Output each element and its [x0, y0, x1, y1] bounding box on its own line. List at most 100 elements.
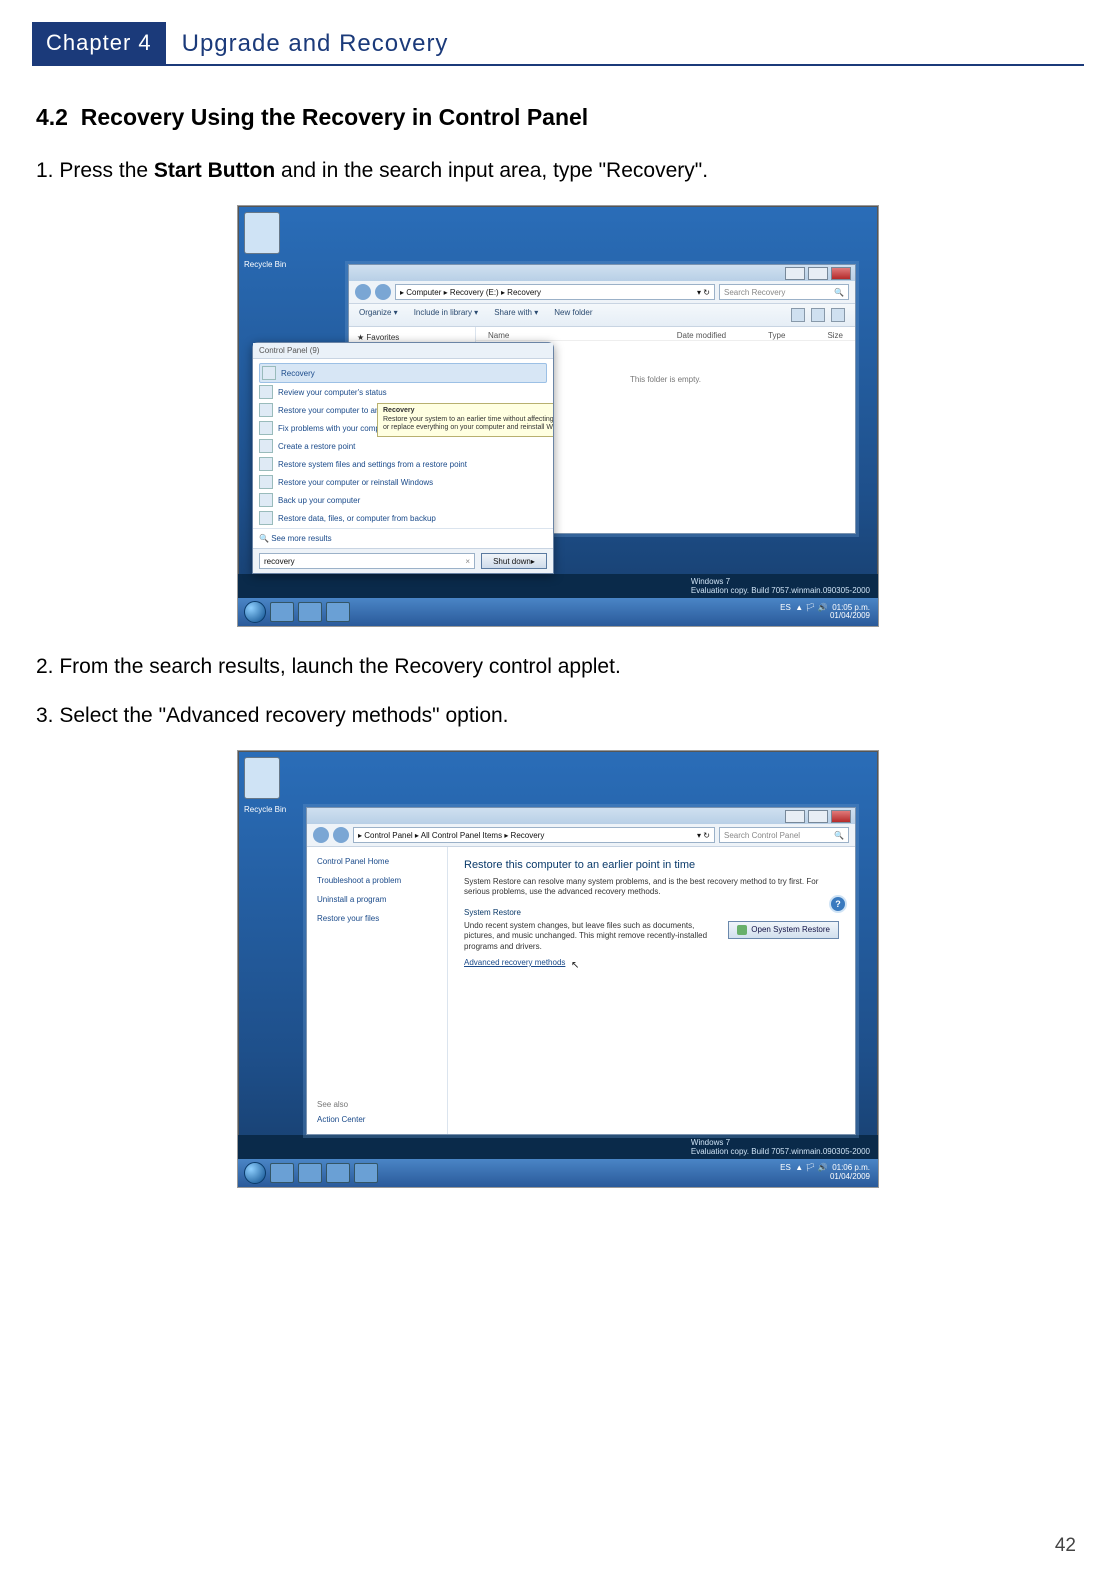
- start-result-item[interactable]: Restore data, files, or computer from ba…: [259, 509, 547, 527]
- step-2: 2. From the search results, launch the R…: [36, 653, 1084, 681]
- start-result-item[interactable]: Back up your computer: [259, 491, 547, 509]
- recovery-heading: Restore this computer to an earlier poin…: [464, 859, 839, 871]
- section-heading: Recovery Using the Recovery in Control P…: [81, 104, 588, 130]
- address-bar-row: ▸ Control Panel ▸ All Control Panel Item…: [307, 824, 855, 847]
- screenshot-2-wrap: Recycle Bin ▸ Control Panel ▸ All Contro…: [32, 750, 1084, 1188]
- recycle-bin-icon: [244, 212, 280, 254]
- clear-icon[interactable]: ×: [465, 557, 470, 566]
- recycle-bin-icon: [244, 757, 280, 799]
- start-result-item[interactable]: Restore system files and settings from a…: [259, 455, 547, 473]
- start-result-item[interactable]: Create a restore point: [259, 437, 547, 455]
- page-number: 42: [1055, 1535, 1076, 1557]
- start-result-recovery[interactable]: Recovery: [259, 363, 547, 383]
- include-library-menu[interactable]: Include in library ▾: [414, 308, 479, 322]
- start-button[interactable]: [244, 1162, 266, 1184]
- taskbar-ie-icon[interactable]: [270, 1163, 294, 1183]
- minimize-button[interactable]: [785, 267, 805, 280]
- close-button[interactable]: [831, 810, 851, 823]
- col-type[interactable]: Type: [768, 331, 785, 340]
- cp-home-link[interactable]: Control Panel Home: [317, 857, 437, 866]
- tray-time: 01:05 p.m.: [832, 603, 870, 612]
- taskbar-explorer-icon[interactable]: [298, 1163, 322, 1183]
- maximize-button[interactable]: [808, 267, 828, 280]
- step-1-a: 1. Press the: [36, 159, 154, 182]
- start-result-item[interactable]: Review your computer's status: [259, 383, 547, 401]
- search-icon: 🔍: [834, 288, 844, 297]
- cp-side-panel: Control Panel Home Troubleshoot a proble…: [307, 847, 448, 1134]
- uninstall-link[interactable]: Uninstall a program: [317, 895, 437, 904]
- forward-button[interactable]: [333, 827, 349, 843]
- system-restore-text: Undo recent system changes, but leave fi…: [464, 921, 718, 952]
- tray: ES ▲ 🏳 🔊 01:05 p.m. 01/04/2009: [780, 604, 872, 622]
- address-bar-row: ▸ Computer ▸ Recovery (E:) ▸ Recovery▾ ↻…: [349, 281, 855, 304]
- start-search-input[interactable]: recovery×: [259, 553, 475, 569]
- start-result-item[interactable]: Restore your computer or reinstall Windo…: [259, 473, 547, 491]
- tray-date: 01/04/2009: [830, 1172, 870, 1181]
- search-placeholder: Search Control Panel: [724, 831, 800, 840]
- address-bar[interactable]: ▸ Control Panel ▸ All Control Panel Item…: [353, 827, 715, 843]
- tray-lang[interactable]: ES: [780, 603, 791, 612]
- address-bar[interactable]: ▸ Computer ▸ Recovery (E:) ▸ Recovery▾ ↻: [395, 284, 715, 300]
- advanced-recovery-link[interactable]: Advanced recovery methods: [464, 958, 565, 967]
- start-menu: Control Panel (9) Recovery Review your c…: [252, 342, 554, 574]
- col-size[interactable]: Size: [827, 331, 843, 340]
- forward-button[interactable]: [375, 284, 391, 300]
- action-center-link[interactable]: Action Center: [317, 1115, 437, 1124]
- taskbar-media-icon[interactable]: [326, 1163, 350, 1183]
- watermark-bar: Windows 7Evaluation copy. Build 7057.win…: [238, 574, 878, 598]
- taskbar-ie-icon[interactable]: [270, 602, 294, 622]
- col-date[interactable]: Date modified: [677, 331, 726, 340]
- col-name[interactable]: Name: [488, 331, 509, 340]
- cursor-icon: ↖: [571, 960, 579, 971]
- os-name: Windows 7: [691, 1138, 730, 1147]
- back-button[interactable]: [355, 284, 371, 300]
- preview-pane-button[interactable]: [811, 308, 825, 322]
- tooltip-body: Restore your system to an earlier time w…: [383, 416, 553, 433]
- restore-files-link[interactable]: Restore your files: [317, 914, 437, 923]
- taskbar-explorer-icon[interactable]: [298, 602, 322, 622]
- help-icon[interactable]: ?: [829, 895, 847, 913]
- maximize-button[interactable]: [808, 810, 828, 823]
- view-mode-button[interactable]: [791, 308, 805, 322]
- share-with-menu[interactable]: Share with ▾: [494, 308, 538, 322]
- new-folder-button[interactable]: New folder: [554, 308, 592, 322]
- recovery-icon: [262, 366, 276, 380]
- taskbar-app-icon[interactable]: [354, 1163, 378, 1183]
- tray-date: 01/04/2009: [830, 611, 870, 620]
- explorer-toolbar: Organize ▾ Include in library ▾ Share wi…: [349, 304, 855, 327]
- system-restore-label: System Restore: [464, 908, 839, 917]
- cp-search-input[interactable]: Search Control Panel🔍: [719, 827, 849, 843]
- build-info: Evaluation copy. Build 7057.winmain.0903…: [691, 586, 870, 595]
- fix-icon: [259, 421, 273, 435]
- window-title-bar: [349, 265, 855, 281]
- close-button[interactable]: [831, 267, 851, 280]
- start-button[interactable]: [244, 601, 266, 623]
- start-bottom-row: recovery× Shut down ▸: [253, 548, 553, 573]
- watermark-bar: Windows 7Evaluation copy. Build 7057.win…: [238, 1135, 878, 1159]
- screenshot-2: Recycle Bin ▸ Control Panel ▸ All Contro…: [237, 750, 879, 1188]
- tray-time: 01:06 p.m.: [832, 1163, 870, 1172]
- minimize-button[interactable]: [785, 810, 805, 823]
- see-more-results[interactable]: 🔍 See more results: [253, 528, 553, 548]
- taskbar-media-icon[interactable]: [326, 602, 350, 622]
- help-icon[interactable]: [831, 308, 845, 322]
- organize-menu[interactable]: Organize ▾: [359, 308, 398, 322]
- restore-backup-icon: [259, 511, 273, 525]
- open-system-restore-button[interactable]: Open System Restore: [728, 921, 839, 939]
- search-placeholder: Search Recovery: [724, 288, 785, 297]
- taskbar: ES ▲ 🏳 🔊 01:05 p.m. 01/04/2009: [238, 598, 878, 626]
- step-1-c: and in the search input area, type "Reco…: [275, 159, 708, 182]
- shutdown-button[interactable]: Shut down ▸: [481, 553, 547, 569]
- tray-lang[interactable]: ES: [780, 1163, 791, 1172]
- explorer-search-input[interactable]: Search Recovery 🔍: [719, 284, 849, 300]
- recovery-description: System Restore can resolve many system p…: [464, 877, 839, 898]
- address-path: ▸ Computer ▸ Recovery (E:) ▸ Recovery: [400, 288, 541, 297]
- step-1-bold: Start Button: [154, 159, 275, 182]
- chapter-bar: Chapter 4 Upgrade and Recovery: [32, 22, 1084, 66]
- window-title-bar: [307, 808, 855, 824]
- cp-main-panel: Restore this computer to an earlier poin…: [448, 847, 855, 1134]
- back-button[interactable]: [313, 827, 329, 843]
- control-panel-window: ▸ Control Panel ▸ All Control Panel Item…: [306, 807, 856, 1135]
- tooltip-title: Recovery: [383, 407, 553, 415]
- troubleshoot-link[interactable]: Troubleshoot a problem: [317, 876, 437, 885]
